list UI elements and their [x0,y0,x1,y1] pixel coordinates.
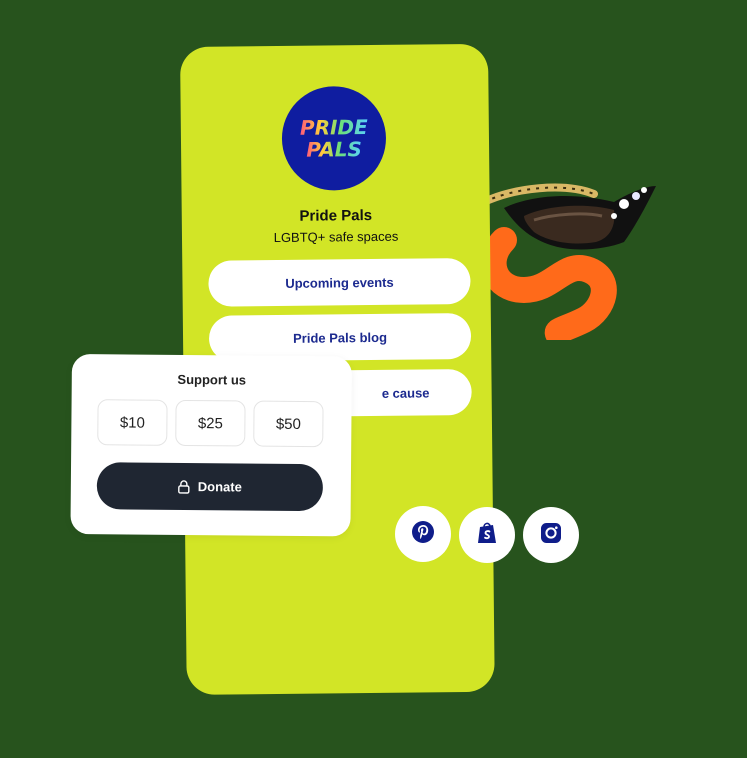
amount-10-button[interactable]: $10 [97,399,168,446]
amount-50-button[interactable]: $50 [253,400,324,448]
link-blog[interactable]: Pride Pals blog [208,312,472,362]
lock-icon [178,479,190,494]
pinterest-button[interactable] [395,506,451,562]
sunglasses-illustration [480,180,659,348]
shopify-button[interactable] [459,507,515,563]
donate-button[interactable]: Donate [96,462,324,512]
link-cause-label: e cause [381,384,430,401]
instagram-button[interactable] [523,507,579,563]
profile-name: Pride Pals [299,206,373,225]
shopify-icon [476,521,498,550]
instagram-icon [540,522,562,549]
support-card: Support us $10 $25 $50 Donate [70,354,352,537]
profile-tagline: LGBTQ+ safe spaces [273,228,399,246]
link-upcoming-events[interactable]: Upcoming events [208,257,471,307]
logo-line-2: PALS [306,137,362,162]
amount-25-button[interactable]: $25 [175,399,246,447]
logo-line-1: PRIDE [300,115,368,140]
pride-pals-logo: PRIDE PALS [281,85,387,191]
support-title: Support us [177,371,247,388]
donate-label: Donate [197,479,242,495]
pinterest-icon [411,520,435,549]
